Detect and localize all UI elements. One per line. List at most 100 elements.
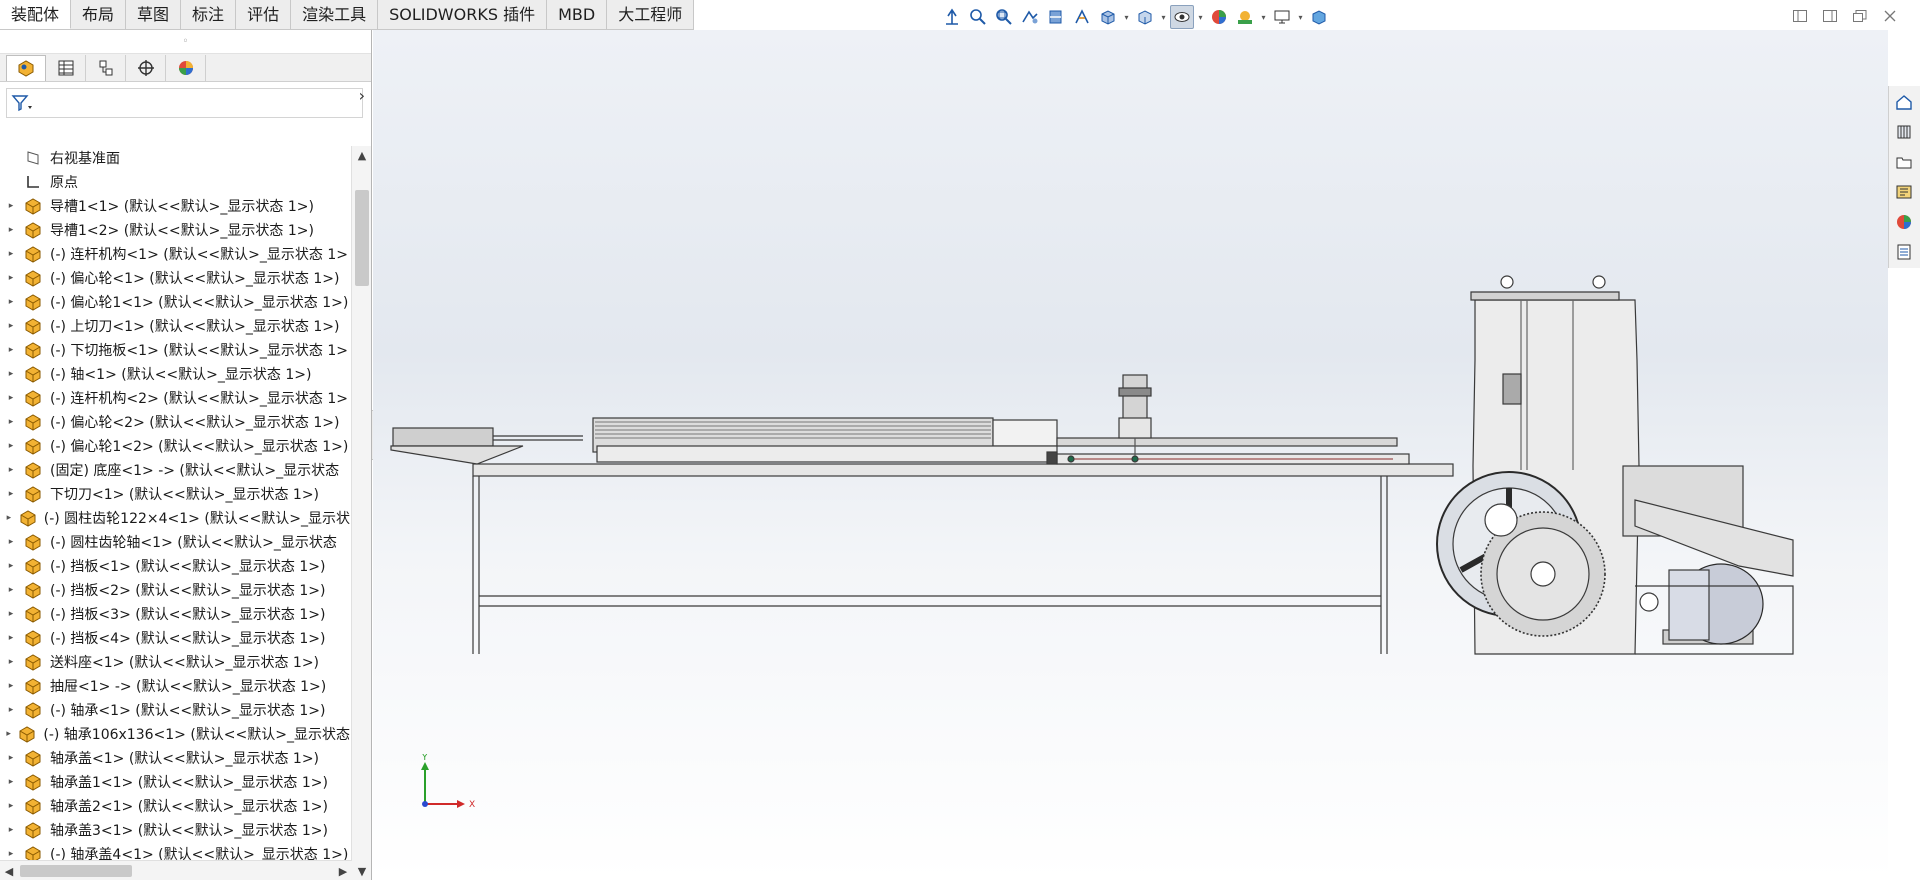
tree-item[interactable]: ▸ (-) 挡板<1> (默认<<默认>_显示状态 1>): [0, 554, 350, 578]
appearances-icon[interactable]: [1889, 208, 1919, 236]
scroll-left-icon[interactable]: ◀: [0, 861, 18, 880]
expand-caret-icon[interactable]: ▸: [0, 345, 22, 355]
tree-item[interactable]: ▸ (-) 上切刀<1> (默认<<默认>_显示状态 1>): [0, 314, 350, 338]
expand-caret-icon[interactable]: ▸: [0, 225, 22, 235]
command-tab[interactable]: 评估: [236, 0, 292, 29]
expand-caret-icon[interactable]: ▸: [0, 657, 22, 667]
scroll-down-icon[interactable]: ▼: [352, 862, 372, 880]
close-window-icon[interactable]: [1880, 7, 1900, 25]
command-tab[interactable]: MBD: [547, 0, 608, 29]
tree-item[interactable]: ▸ (-) 偏心轮1<2> (默认<<默认>_显示状态 1>): [0, 434, 350, 458]
tree-item[interactable]: ▸ (-) 下切拖板<1> (默认<<默认>_显示状态 1>: [0, 338, 350, 362]
tree-item[interactable]: ▸ (-) 轴承<1> (默认<<默认>_显示状态 1>): [0, 698, 350, 722]
expand-caret-icon[interactable]: ▸: [0, 537, 22, 547]
expand-caret-icon[interactable]: ▸: [0, 201, 22, 211]
expand-caret-icon[interactable]: ▸: [0, 297, 22, 307]
tree-item[interactable]: ▸ (-) 挡板<3> (默认<<默认>_显示状态 1>): [0, 602, 350, 626]
tree-item[interactable]: ▸ 下切刀<1> (默认<<默认>_显示状态 1>): [0, 482, 350, 506]
tree-item[interactable]: ▸ (-) 圆柱齿轮轴<1> (默认<<默认>_显示状态: [0, 530, 350, 554]
command-tab[interactable]: SOLIDWORKS 插件: [378, 0, 548, 29]
expand-caret-icon[interactable]: ▸: [0, 273, 22, 283]
expand-caret-icon[interactable]: ▸: [0, 777, 22, 787]
restore-window-icon[interactable]: [1850, 7, 1870, 25]
tree-item[interactable]: ▸ (-) 圆柱齿轮122×4<1> (默认<<默认>_显示状: [0, 506, 350, 530]
assembly-model[interactable]: [373, 30, 1888, 880]
view-orientation-menu-icon[interactable]: [1096, 5, 1120, 29]
edit-appearance-icon[interactable]: [1207, 5, 1231, 29]
expand-caret-icon[interactable]: ▸: [0, 705, 22, 715]
scroll-thumb[interactable]: [355, 190, 369, 286]
view-palette-icon[interactable]: [1889, 178, 1919, 206]
realview-icon[interactable]: [1307, 5, 1331, 29]
command-tab[interactable]: 装配体: [0, 0, 72, 29]
zoom-to-fit-icon[interactable]: [966, 5, 990, 29]
dimxpert-manager-tab[interactable]: [126, 54, 166, 81]
expand-caret-icon[interactable]: ▸: [0, 849, 22, 859]
view-orientation-dropdown[interactable]: ▾: [1122, 5, 1131, 29]
filter-icon[interactable]: [11, 94, 33, 112]
expand-caret-icon[interactable]: ▸: [0, 417, 22, 427]
feature-manager-tab[interactable]: [6, 54, 46, 81]
expand-caret-icon[interactable]: ▸: [0, 801, 22, 811]
hide-show-items-dropdown[interactable]: ▾: [1196, 5, 1205, 29]
display-style-icon[interactable]: [1133, 5, 1157, 29]
design-library-icon[interactable]: [1889, 118, 1919, 146]
pane-right-icon[interactable]: [1820, 7, 1840, 25]
view-settings-dropdown[interactable]: ▾: [1296, 5, 1305, 29]
tree-item[interactable]: ▸ (-) 偏心轮<2> (默认<<默认>_显示状态 1>): [0, 410, 350, 434]
expand-caret-icon[interactable]: ▸: [0, 441, 22, 451]
pane-left-icon[interactable]: [1790, 7, 1810, 25]
tree-item[interactable]: ▸ (固定) 底座<1> -> (默认<<默认>_显示状态: [0, 458, 350, 482]
expand-caret-icon[interactable]: ▸: [0, 609, 22, 619]
apply-scene-dropdown[interactable]: ▾: [1259, 5, 1268, 29]
previous-view-icon[interactable]: [1018, 5, 1042, 29]
expand-caret-icon[interactable]: ▸: [0, 633, 22, 643]
command-tab[interactable]: 大工程师: [607, 0, 695, 29]
expand-caret-icon[interactable]: ▸: [0, 249, 22, 259]
expand-caret-icon[interactable]: ▸: [0, 465, 22, 475]
filter-field[interactable]: [6, 88, 363, 118]
section-view-icon[interactable]: [1044, 5, 1068, 29]
expand-caret-icon[interactable]: ▸: [0, 825, 22, 835]
tree-item[interactable]: 原点: [0, 170, 350, 194]
tree-item[interactable]: ▸ 导槽1<2> (默认<<默认>_显示状态 1>): [0, 218, 350, 242]
command-tab[interactable]: 标注: [181, 0, 237, 29]
expand-caret-icon[interactable]: ▸: [0, 369, 22, 379]
tree-item[interactable]: ▸ 导槽1<1> (默认<<默认>_显示状态 1>): [0, 194, 350, 218]
view-settings-icon[interactable]: [1270, 5, 1294, 29]
configuration-manager-tab[interactable]: [86, 54, 126, 81]
tree-item[interactable]: ▸ 送料座<1> (默认<<默认>_显示状态 1>): [0, 650, 350, 674]
property-manager-tab[interactable]: [46, 54, 86, 81]
tree-item[interactable]: 右视基准面: [0, 146, 350, 170]
tree-item[interactable]: ▸ (-) 挡板<2> (默认<<默认>_显示状态 1>): [0, 578, 350, 602]
command-tab[interactable]: 草图: [126, 0, 182, 29]
zoom-to-area-icon[interactable]: [992, 5, 1016, 29]
file-explorer-icon[interactable]: [1889, 148, 1919, 176]
tree-item[interactable]: ▸ (-) 轴<1> (默认<<默认>_显示状态 1>): [0, 362, 350, 386]
expand-caret-icon[interactable]: ▸: [0, 393, 22, 403]
scroll-up-icon[interactable]: ▲: [352, 146, 372, 164]
hide-show-items-icon[interactable]: [1170, 5, 1194, 29]
tree-item[interactable]: ▸ (-) 偏心轮1<1> (默认<<默认>_显示状态 1>): [0, 290, 350, 314]
custom-properties-icon[interactable]: [1889, 238, 1919, 266]
tree-item[interactable]: ▸ 轴承盖1<1> (默认<<默认>_显示状态 1>): [0, 770, 350, 794]
tree-vertical-scrollbar[interactable]: ▲ ▼: [351, 146, 371, 880]
solidworks-resources-icon[interactable]: [1889, 88, 1919, 116]
expand-caret-icon[interactable]: ▸: [0, 681, 22, 691]
tree-item[interactable]: ▸ 抽屉<1> -> (默认<<默认>_显示状态 1>): [0, 674, 350, 698]
tree-item[interactable]: ▸ (-) 连杆机构<2> (默认<<默认>_显示状态 1>: [0, 386, 350, 410]
panel-grip[interactable]: ◦: [0, 30, 371, 54]
expand-caret-icon[interactable]: ▸: [0, 489, 22, 499]
tree-item[interactable]: ▸ 轴承盖<1> (默认<<默认>_显示状态 1>): [0, 746, 350, 770]
expand-caret-icon[interactable]: ▸: [0, 321, 22, 331]
dynamic-annotation-icon[interactable]: [1070, 5, 1094, 29]
display-manager-tab[interactable]: [166, 54, 206, 81]
tree-item[interactable]: ▸ 轴承盖3<1> (默认<<默认>_显示状态 1>): [0, 818, 350, 842]
tree-item[interactable]: ▸ (-) 连杆机构<1> (默认<<默认>_显示状态 1>: [0, 242, 350, 266]
tree-horizontal-scrollbar[interactable]: ◀ ▶: [0, 860, 352, 880]
command-tab[interactable]: 布局: [71, 0, 127, 29]
display-style-dropdown[interactable]: ▾: [1159, 5, 1168, 29]
expand-caret-icon[interactable]: ▸: [0, 729, 17, 739]
panel-tabs-more-icon[interactable]: ›: [359, 86, 365, 105]
expand-caret-icon[interactable]: ▸: [0, 561, 22, 571]
